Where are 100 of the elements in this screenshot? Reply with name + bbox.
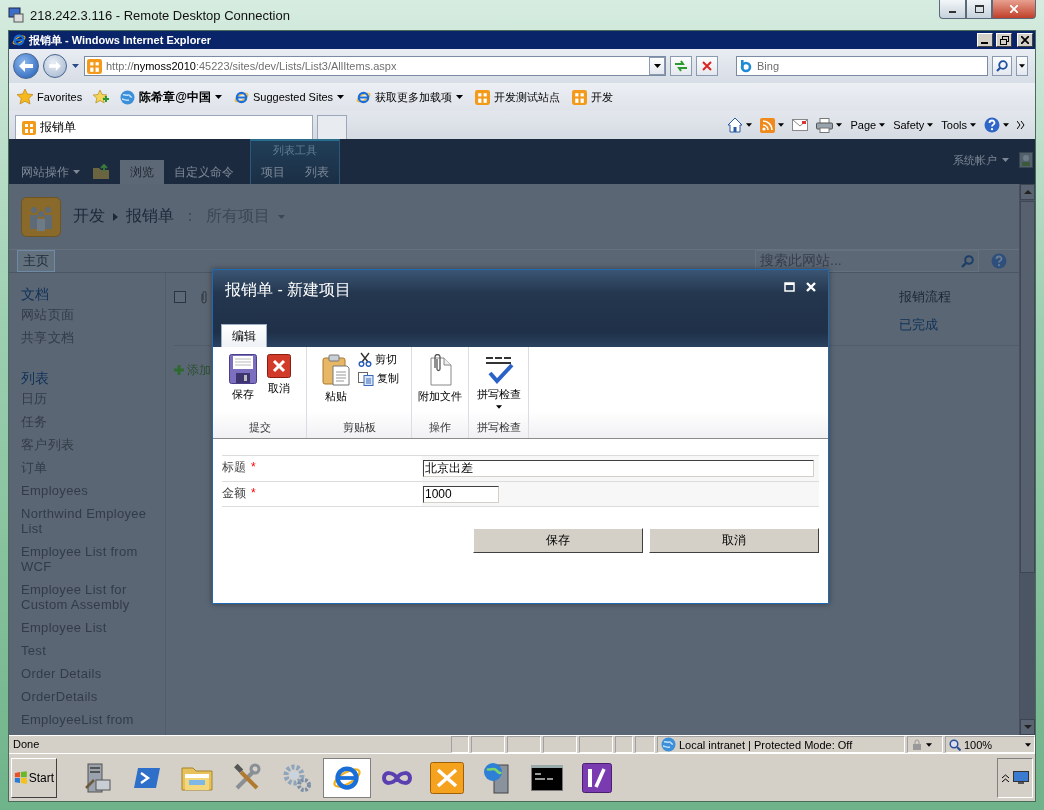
maximize-button[interactable] <box>966 0 992 19</box>
refresh-button[interactable] <box>670 56 692 76</box>
browser-icon <box>12 33 26 47</box>
favorite-link[interactable]: 陈希章@中国 <box>118 86 224 108</box>
caret-icon <box>495 405 502 409</box>
site-actions-menu[interactable]: 网站操作 <box>15 160 86 184</box>
caret-down-icon <box>1023 725 1032 729</box>
dialog-button[interactable]: 保存 <box>473 528 643 553</box>
browser-tab[interactable]: 报销单 <box>15 115 313 139</box>
menu-button[interactable]: Safety <box>893 119 934 131</box>
scroll-up-button[interactable] <box>1020 184 1035 200</box>
minimize-button[interactable] <box>939 0 966 19</box>
toolbar-button[interactable] <box>727 117 753 133</box>
home-icon <box>727 117 744 133</box>
gears-icon <box>282 762 312 793</box>
status-link[interactable]: 已完成 <box>899 316 1019 334</box>
nav-tab[interactable]: 主页 <box>17 250 55 272</box>
status-panel <box>635 736 655 753</box>
breadcrumb-arrow-icon <box>113 212 118 221</box>
status-panel <box>507 736 541 753</box>
site-icon <box>22 120 36 135</box>
help-icon <box>984 117 1000 133</box>
monitor-icon <box>1012 770 1029 785</box>
help-icon <box>991 253 1007 269</box>
copy-icon <box>357 371 374 386</box>
checkbox[interactable] <box>174 291 186 303</box>
status-panel <box>579 736 613 753</box>
dialog-button[interactable]: 取消 <box>649 528 819 553</box>
chevron-icon <box>1017 121 1025 129</box>
windows-flag-icon <box>14 769 28 786</box>
dropdown-button[interactable] <box>649 57 665 75</box>
text-field[interactable]: 1000 <box>423 485 499 503</box>
field-label: 标题 * <box>222 459 257 476</box>
group-label: 提交 <box>247 420 272 435</box>
caret-icon <box>337 95 345 99</box>
caret-icon <box>214 95 222 99</box>
ribbon-button[interactable]: 拼写检查 <box>474 352 523 411</box>
breadcrumb-link[interactable]: 开发 <box>73 206 105 227</box>
ribbon-button[interactable]: 附加文件 <box>416 352 464 406</box>
user-menu[interactable]: 系统帐户 <box>953 152 1009 168</box>
zoom-icon <box>949 738 961 751</box>
infinity-icon <box>381 768 413 787</box>
ribbon-tab[interactable]: 项目 <box>251 160 295 184</box>
menu-button[interactable]: Page <box>850 119 886 131</box>
search-engine-icon <box>739 59 753 73</box>
dialog-title: 报销单 - 新建项目 <box>225 280 353 300</box>
prompt-icon <box>133 765 161 790</box>
breadcrumb-link[interactable]: 报销单 <box>126 206 174 227</box>
ribbon-button[interactable]: 粘贴 <box>319 352 352 406</box>
menu-button[interactable]: Tools <box>941 119 976 131</box>
search-options-button[interactable] <box>1016 56 1028 76</box>
column-header: 报销流程 <box>899 288 952 306</box>
caret-icon <box>1003 123 1009 127</box>
restore-button[interactable] <box>996 33 1012 47</box>
ribbon-button[interactable]: 保存 <box>226 352 259 404</box>
status-panel <box>615 736 633 753</box>
caret-icon <box>73 170 80 174</box>
status-panel <box>471 736 505 753</box>
browser-icon <box>233 89 249 105</box>
address-field[interactable]: http://nymoss2010:45223/sites/dev/Lists/List3/AllItems.aspx <box>84 56 666 76</box>
search-field[interactable]: Bing <box>736 56 988 76</box>
favorite-link[interactable]: Suggested Sites <box>231 87 347 107</box>
nav-heading[interactable]: 列表 <box>21 369 165 387</box>
toolbar-button[interactable] <box>984 117 1009 133</box>
scissors-icon <box>357 352 372 367</box>
search-button[interactable] <box>992 56 1012 76</box>
favorite-link[interactable]: 开发测试站点 <box>473 87 563 107</box>
ribbon-button[interactable]: 剪切 <box>357 352 399 367</box>
forward-button[interactable] <box>43 54 67 78</box>
favorite-link[interactable]: 开发 <box>570 87 616 107</box>
ribbon-tab[interactable]: 编辑 <box>221 324 267 347</box>
stop-button[interactable] <box>696 56 718 76</box>
scroll-down-button[interactable] <box>1020 719 1035 735</box>
favorite-link[interactable]: 获取更多加载项 <box>354 87 466 107</box>
group-label: 剪贴板 <box>341 420 377 435</box>
ribbon-tab[interactable]: 列表 <box>295 160 339 184</box>
protection-button[interactable] <box>907 736 943 753</box>
close-icon <box>806 282 816 292</box>
nav-heading[interactable]: 文档 <box>21 285 165 303</box>
ribbon-button[interactable]: 复制 <box>357 371 399 386</box>
paperclip-icon <box>200 290 208 304</box>
back-button[interactable] <box>13 53 39 79</box>
start-button[interactable]: Start <box>11 757 57 798</box>
ribbon-button[interactable]: 取消 <box>264 352 293 398</box>
zoom-button[interactable]: 100% <box>945 736 1035 753</box>
close-icon <box>1010 5 1018 13</box>
scrollbar-thumb[interactable] <box>1020 201 1035 573</box>
search-icon <box>996 60 1008 72</box>
window-title: 报销单 - Windows Internet Explorer <box>29 32 213 48</box>
favorites-button[interactable]: Favorites <box>15 87 85 107</box>
field-label: 金额 * <box>222 485 257 502</box>
caret-icon <box>836 123 843 127</box>
browser-icon <box>356 89 372 105</box>
toolbar-button[interactable] <box>816 117 843 133</box>
ribbon-tab[interactable]: 浏览 <box>120 160 164 184</box>
caret-icon <box>927 123 934 127</box>
text-field[interactable]: 北京出差 <box>423 460 814 477</box>
toolbar-button[interactable] <box>760 117 785 133</box>
ribbon-tab[interactable]: 自定义命令 <box>164 160 244 184</box>
attachment-icon <box>427 354 453 386</box>
